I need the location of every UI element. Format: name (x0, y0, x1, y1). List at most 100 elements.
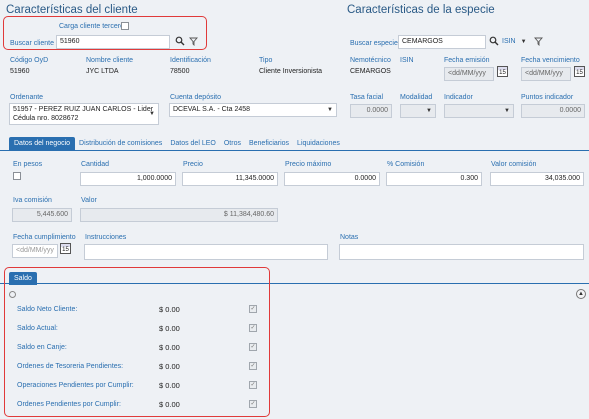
nemo-value: CEMARGOS (350, 68, 391, 75)
chevron-down-icon: ▼ (327, 107, 333, 113)
saldo-highlight (4, 267, 270, 417)
check-icon: ✓ (249, 324, 257, 332)
clear-filter-icon[interactable] (534, 37, 543, 48)
chevron-down-icon: ▼ (520, 39, 527, 45)
code-label: Código OyD (10, 57, 49, 64)
tabs-divider (0, 150, 589, 151)
fulfil-date-input[interactable]: <dd/MM/yyy (12, 244, 58, 258)
tab-datos-leo[interactable]: Datos del LEO (166, 137, 220, 150)
ordenante-label: Ordenante (10, 94, 44, 101)
nemo-label: Nemotécnico (350, 57, 391, 64)
species-search-input[interactable]: CEMARGOS (398, 35, 486, 49)
qty-label: Cantidad (81, 161, 110, 168)
ordenante-line2: Cédula nro. 8028672 (13, 115, 79, 122)
client-search-label: Buscar cliente (10, 40, 54, 47)
expiry-date-input[interactable]: <dd/MM/yyy (521, 67, 571, 81)
saldo-row-label: Saldo en Canje: (17, 344, 67, 351)
indicator-label: Indicador (444, 94, 473, 101)
type-value: Cliente Inversionista (259, 68, 323, 75)
issue-date-input[interactable]: <dd/MM/yyy (444, 67, 494, 81)
client-section-title: Características del cliente (6, 4, 138, 16)
notes-label: Notas (340, 234, 359, 241)
price-input[interactable]: 11,345.0000 (182, 172, 278, 186)
species-search-label: Buscar especie (350, 40, 398, 47)
calendar-icon[interactable]: 15 (574, 66, 585, 77)
tab-datos-negocio[interactable]: Datos del negocio (9, 137, 76, 150)
valor-input[interactable]: $ 11,384,480.60 (80, 208, 278, 222)
ordenante-line1: 51957 - PEREZ RUIZ JUAN CARLOS - Lider (13, 106, 154, 113)
saldo-row-label: Saldo Neto Cliente: (17, 306, 78, 313)
rate-input[interactable]: 0.0000 (350, 104, 392, 118)
saldo-row-value: $ 0.00 (159, 324, 180, 333)
check-icon: ✓ (249, 343, 257, 351)
expiry-date-label: Fecha vencimiento (521, 57, 580, 64)
ordenante-select[interactable]: 51957 - PEREZ RUIZ JUAN CARLOS - Lider C… (9, 103, 159, 125)
third-party-checkbox[interactable] (121, 22, 129, 30)
fulfil-date-label: Fecha cumplimiento (13, 234, 76, 241)
tab-saldo[interactable]: Saldo (9, 272, 37, 285)
deposit-value: DCEVAL S.A. - Cta 2458 (173, 106, 251, 113)
search-icon[interactable] (175, 36, 185, 49)
search-icon[interactable] (489, 36, 499, 48)
saldo-row-value: $ 0.00 (159, 400, 180, 409)
check-icon: ✓ (249, 362, 257, 370)
tab-otros[interactable]: Otros (220, 137, 245, 150)
tab-distribucion-comisiones[interactable]: Distribución de comisiones (75, 137, 166, 150)
client-search-input[interactable]: 51960 (56, 35, 170, 49)
code-value: 51960 (10, 68, 30, 75)
price-label: Precio (183, 161, 203, 168)
third-party-label: Carga cliente tercero (59, 23, 124, 30)
iva-input[interactable]: 5,445.600 (12, 208, 72, 222)
check-icon: ✓ (249, 381, 257, 389)
max-price-label: Precio máximo (285, 161, 332, 168)
indicator-select[interactable]: ▼ (444, 104, 514, 118)
iva-label: Iva comisión (13, 197, 52, 204)
rate-label: Tasa facial (350, 94, 384, 101)
calendar-icon[interactable]: 15 (60, 243, 71, 254)
name-label: Nombre cliente (86, 57, 134, 64)
modality-select[interactable]: ▼ (400, 104, 436, 118)
chevron-down-icon: ▼ (149, 111, 155, 117)
tab-liquidaciones[interactable]: Liquidaciones (293, 137, 344, 150)
issue-date-label: Fecha emisión (444, 57, 490, 64)
en-pesos-checkbox[interactable] (13, 172, 21, 180)
saldo-row-value: $ 0.00 (159, 305, 180, 314)
saldo-row-label: Ordenes Pendientes por Cumplir: (17, 401, 121, 408)
commission-value-label: Valor comisión (491, 161, 537, 168)
clear-filter-icon[interactable] (189, 37, 198, 48)
tab-beneficiarios[interactable]: Beneficiarios (245, 137, 293, 150)
en-pesos-label: En pesos (13, 161, 43, 168)
chevron-down-icon: ▼ (426, 108, 432, 114)
points-input[interactable]: 0.0000 (521, 104, 585, 118)
points-label: Puntos indicador (521, 94, 574, 101)
commission-pct-input[interactable]: 0.300 (386, 172, 482, 186)
chevron-up-icon[interactable]: ▲ (576, 289, 586, 299)
check-icon: ✓ (249, 400, 257, 408)
deposit-select[interactable]: DCEVAL S.A. - Cta 2458 ▼ (169, 103, 337, 117)
detail-tabs: Datos del negocio Distribución de comisi… (9, 137, 344, 150)
commission-pct-label: % Comisión (387, 161, 425, 168)
isin-label: ISIN (400, 57, 414, 64)
species-section-title: Características de la especie (347, 4, 495, 16)
isin-select[interactable]: ISIN ▼ (502, 38, 527, 45)
instructions-label: Instrucciones (85, 234, 127, 241)
instructions-input[interactable] (84, 244, 328, 260)
check-icon: ✓ (249, 305, 257, 313)
commission-value-input[interactable]: 34,035.000 (490, 172, 584, 186)
max-price-input[interactable]: 0.0000 (284, 172, 380, 186)
id-label: Identificación (170, 57, 211, 64)
modality-label: Modalidad (400, 94, 433, 101)
isin-select-value: ISIN (502, 38, 516, 45)
chevron-down-icon: ▼ (504, 108, 510, 114)
saldo-row-value: $ 0.00 (159, 381, 180, 390)
type-label: Tipo (259, 57, 273, 64)
name-value: JYC LTDA (86, 68, 119, 75)
calendar-icon[interactable]: 15 (497, 66, 508, 77)
id-value: 78500 (170, 68, 190, 75)
saldo-row-label: Saldo Actual: (17, 325, 58, 332)
notes-input[interactable] (339, 244, 584, 260)
saldo-row-label: Operaciones Pendientes por Cumplir: (17, 382, 134, 389)
saldo-row-value: $ 0.00 (159, 343, 180, 352)
qty-input[interactable]: 1,000.0000 (80, 172, 176, 186)
radio-icon[interactable] (9, 291, 16, 298)
